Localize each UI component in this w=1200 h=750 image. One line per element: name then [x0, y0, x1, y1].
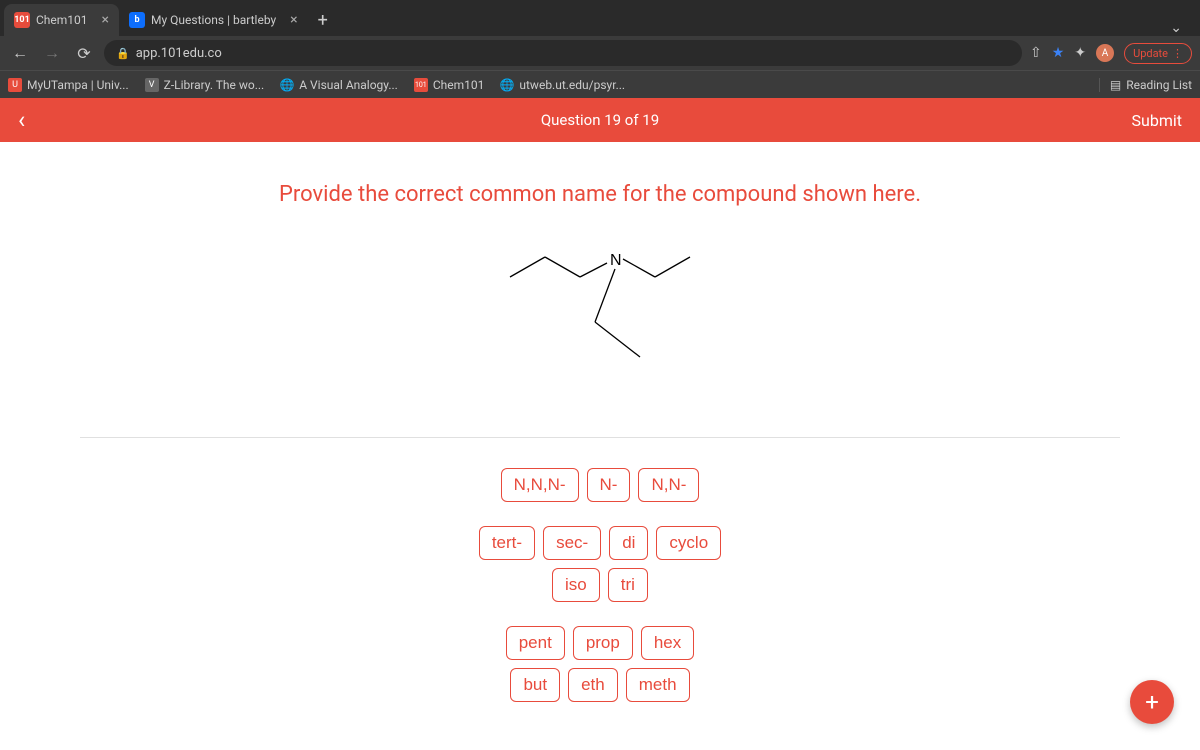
reading-list-icon: ▤	[1110, 78, 1121, 92]
bookmark-label: A Visual Analogy...	[299, 78, 398, 92]
submit-button[interactable]: Submit	[1132, 111, 1182, 130]
bookmark-chem101[interactable]: 101 Chem101	[414, 78, 485, 92]
choice-cyclo[interactable]: cyclo	[656, 526, 721, 560]
update-label: Update	[1133, 47, 1168, 60]
choice-nn[interactable]: N,N-	[638, 468, 699, 502]
forward-button[interactable]: →	[40, 43, 64, 63]
tab-close-button[interactable]: ×	[102, 12, 109, 28]
choice-pent[interactable]: pent	[506, 626, 565, 660]
url-text: app.101edu.co	[136, 46, 222, 61]
browser-tab-active[interactable]: 101 Chem101 ×	[4, 4, 119, 36]
globe-icon: 🌐	[500, 78, 514, 92]
back-button[interactable]: ←	[8, 43, 32, 63]
reading-list-label: Reading List	[1126, 78, 1192, 92]
bookmark-label: Chem101	[433, 78, 485, 92]
choice-eth[interactable]: eth	[568, 668, 618, 702]
url-bar[interactable]: 🔒 app.101edu.co	[104, 40, 1022, 66]
question-prompt: Provide the correct common name for the …	[80, 182, 1120, 207]
browser-toolbar: ← → ⟳ 🔒 app.101edu.co ⇧ ★ ✦ A Update ⋮	[0, 36, 1200, 70]
bookmark-label: utweb.ut.edu/psyr...	[519, 78, 625, 92]
bookmark-icon: 101	[414, 78, 428, 92]
question-counter: Question 19 of 19	[541, 111, 659, 129]
tab-title: Chem101	[36, 13, 88, 27]
bookmark-visual-analogy[interactable]: 🌐 A Visual Analogy...	[280, 78, 398, 92]
browser-tab[interactable]: b My Questions | bartleby ×	[119, 4, 308, 36]
choice-di[interactable]: di	[609, 526, 648, 560]
molecule-diagram: N	[80, 237, 1120, 397]
new-tab-button[interactable]: +	[308, 4, 338, 36]
choice-sec[interactable]: sec-	[543, 526, 601, 560]
tab-favicon-bartleby-icon: b	[129, 12, 145, 28]
fab-add-button[interactable]: +	[1130, 680, 1174, 724]
profile-avatar[interactable]: A	[1096, 44, 1114, 62]
bookmark-icon: V	[145, 78, 159, 92]
choice-group-n-prefix: N,N,N- N- N,N-	[501, 468, 700, 502]
choice-meth[interactable]: meth	[626, 668, 690, 702]
update-button[interactable]: Update ⋮	[1124, 43, 1192, 64]
choice-iso[interactable]: iso	[552, 568, 600, 602]
bookmark-zlibrary[interactable]: V Z-Library. The wo...	[145, 78, 265, 92]
bookmarks-bar: U MyUTampa | Univ... V Z-Library. The wo…	[0, 70, 1200, 98]
app-header: ‹ Question 19 of 19 Submit	[0, 98, 1200, 142]
choice-nnn[interactable]: N,N,N-	[501, 468, 579, 502]
kebab-icon: ⋮	[1172, 47, 1183, 60]
bookmark-label: MyUTampa | Univ...	[27, 78, 129, 92]
bookmark-label: Z-Library. The wo...	[164, 78, 265, 92]
choice-group-root: pent prop hex but eth meth	[506, 626, 695, 702]
globe-icon: 🌐	[280, 78, 294, 92]
choice-n[interactable]: N-	[587, 468, 631, 502]
app-back-button[interactable]: ‹	[18, 106, 25, 134]
answer-choices: N,N,N- N- N,N- tert- sec- di cyclo iso t…	[80, 468, 1120, 702]
tab-close-button[interactable]: ×	[290, 12, 297, 28]
question-content: Provide the correct common name for the …	[0, 142, 1200, 750]
star-icon[interactable]: ★	[1052, 45, 1065, 61]
svg-text:N: N	[610, 252, 622, 269]
tab-title: My Questions | bartleby	[151, 13, 276, 27]
reading-list-button[interactable]: ▤ Reading List	[1099, 78, 1192, 92]
choice-but[interactable]: but	[510, 668, 560, 702]
bookmark-utweb[interactable]: 🌐 utweb.ut.edu/psyr...	[500, 78, 625, 92]
tab-favicon-101-icon: 101	[14, 12, 30, 28]
choice-tri[interactable]: tri	[608, 568, 648, 602]
lock-icon: 🔒	[116, 47, 130, 60]
choice-prop[interactable]: prop	[573, 626, 633, 660]
choice-hex[interactable]: hex	[641, 626, 694, 660]
divider	[80, 437, 1120, 438]
reload-button[interactable]: ⟳	[72, 44, 96, 63]
choice-group-branch-prefix: tert- sec- di cyclo iso tri	[479, 526, 721, 602]
bookmark-myutampa[interactable]: U MyUTampa | Univ...	[8, 78, 129, 92]
toolbar-right: ⇧ ★ ✦ A Update ⋮	[1030, 43, 1192, 64]
extensions-icon[interactable]: ✦	[1074, 45, 1086, 61]
share-icon[interactable]: ⇧	[1030, 45, 1042, 61]
bookmark-icon: U	[8, 78, 22, 92]
choice-tert[interactable]: tert-	[479, 526, 535, 560]
window-chevron-down-icon[interactable]: ⌄	[1156, 20, 1196, 36]
browser-tab-strip: 101 Chem101 × b My Questions | bartleby …	[0, 0, 1200, 36]
